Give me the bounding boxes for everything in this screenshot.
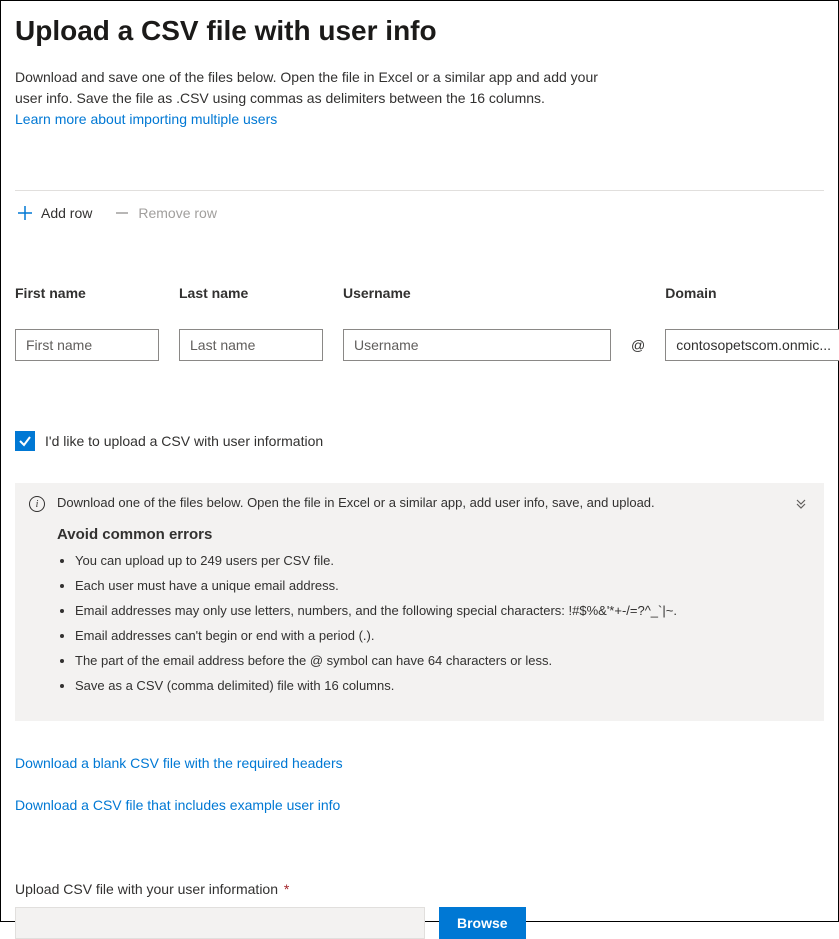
info-list: You can upload up to 249 users per CSV f… [57, 553, 810, 693]
domain-select[interactable]: contosopetscom.onmic... [665, 329, 839, 361]
info-list-item: The part of the email address before the… [75, 653, 810, 668]
divider [15, 190, 824, 191]
collapse-panel-button[interactable] [792, 495, 810, 516]
required-indicator: * [284, 881, 289, 897]
minus-icon [114, 205, 130, 221]
description-line1: Download and save one of the files below… [15, 69, 598, 85]
username-label: Username [343, 285, 611, 301]
last-name-label: Last name [179, 285, 323, 301]
add-row-button[interactable]: Add row [15, 201, 94, 225]
description-line2: user info. Save the file as .CSV using c… [15, 90, 545, 106]
first-name-label: First name [15, 285, 159, 301]
info-list-item: You can upload up to 249 users per CSV f… [75, 553, 810, 568]
avoid-errors-heading: Avoid common errors [57, 526, 810, 543]
download-blank-csv-link[interactable]: Download a blank CSV file with the requi… [15, 755, 824, 771]
info-list-item: Each user must have a unique email addre… [75, 578, 810, 593]
add-row-label: Add row [41, 205, 92, 221]
user-form-row: First name Last name Username @ Domain c… [15, 285, 824, 361]
browse-button[interactable]: Browse [439, 907, 526, 939]
upload-file-path-display [15, 907, 425, 939]
info-lead-text: Download one of the files below. Open th… [57, 495, 655, 510]
remove-row-button: Remove row [112, 201, 219, 225]
download-example-csv-link[interactable]: Download a CSV file that includes exampl… [15, 797, 824, 813]
domain-label: Domain [665, 285, 839, 301]
info-icon: i [29, 496, 45, 512]
upload-csv-checkbox[interactable] [15, 431, 35, 451]
upload-file-label: Upload CSV file with your user informati… [15, 881, 278, 897]
username-input[interactable] [343, 329, 611, 361]
double-chevron-down-icon [794, 497, 808, 511]
plus-icon [17, 205, 33, 221]
info-list-item: Email addresses can't begin or end with … [75, 628, 810, 643]
page-title: Upload a CSV file with user info [15, 15, 824, 47]
upload-csv-checkbox-label: I'd like to upload a CSV with user infor… [45, 433, 323, 449]
info-panel: i Download one of the files below. Open … [15, 483, 824, 721]
info-list-item: Save as a CSV (comma delimited) file wit… [75, 678, 810, 693]
first-name-input[interactable] [15, 329, 159, 361]
domain-value: contosopetscom.onmic... [676, 337, 831, 353]
learn-more-link[interactable]: Learn more about importing multiple user… [15, 111, 277, 127]
info-list-item: Email addresses may only use letters, nu… [75, 603, 810, 618]
at-symbol: @ [631, 337, 645, 361]
remove-row-label: Remove row [138, 205, 217, 221]
check-icon [18, 434, 32, 448]
last-name-input[interactable] [179, 329, 323, 361]
